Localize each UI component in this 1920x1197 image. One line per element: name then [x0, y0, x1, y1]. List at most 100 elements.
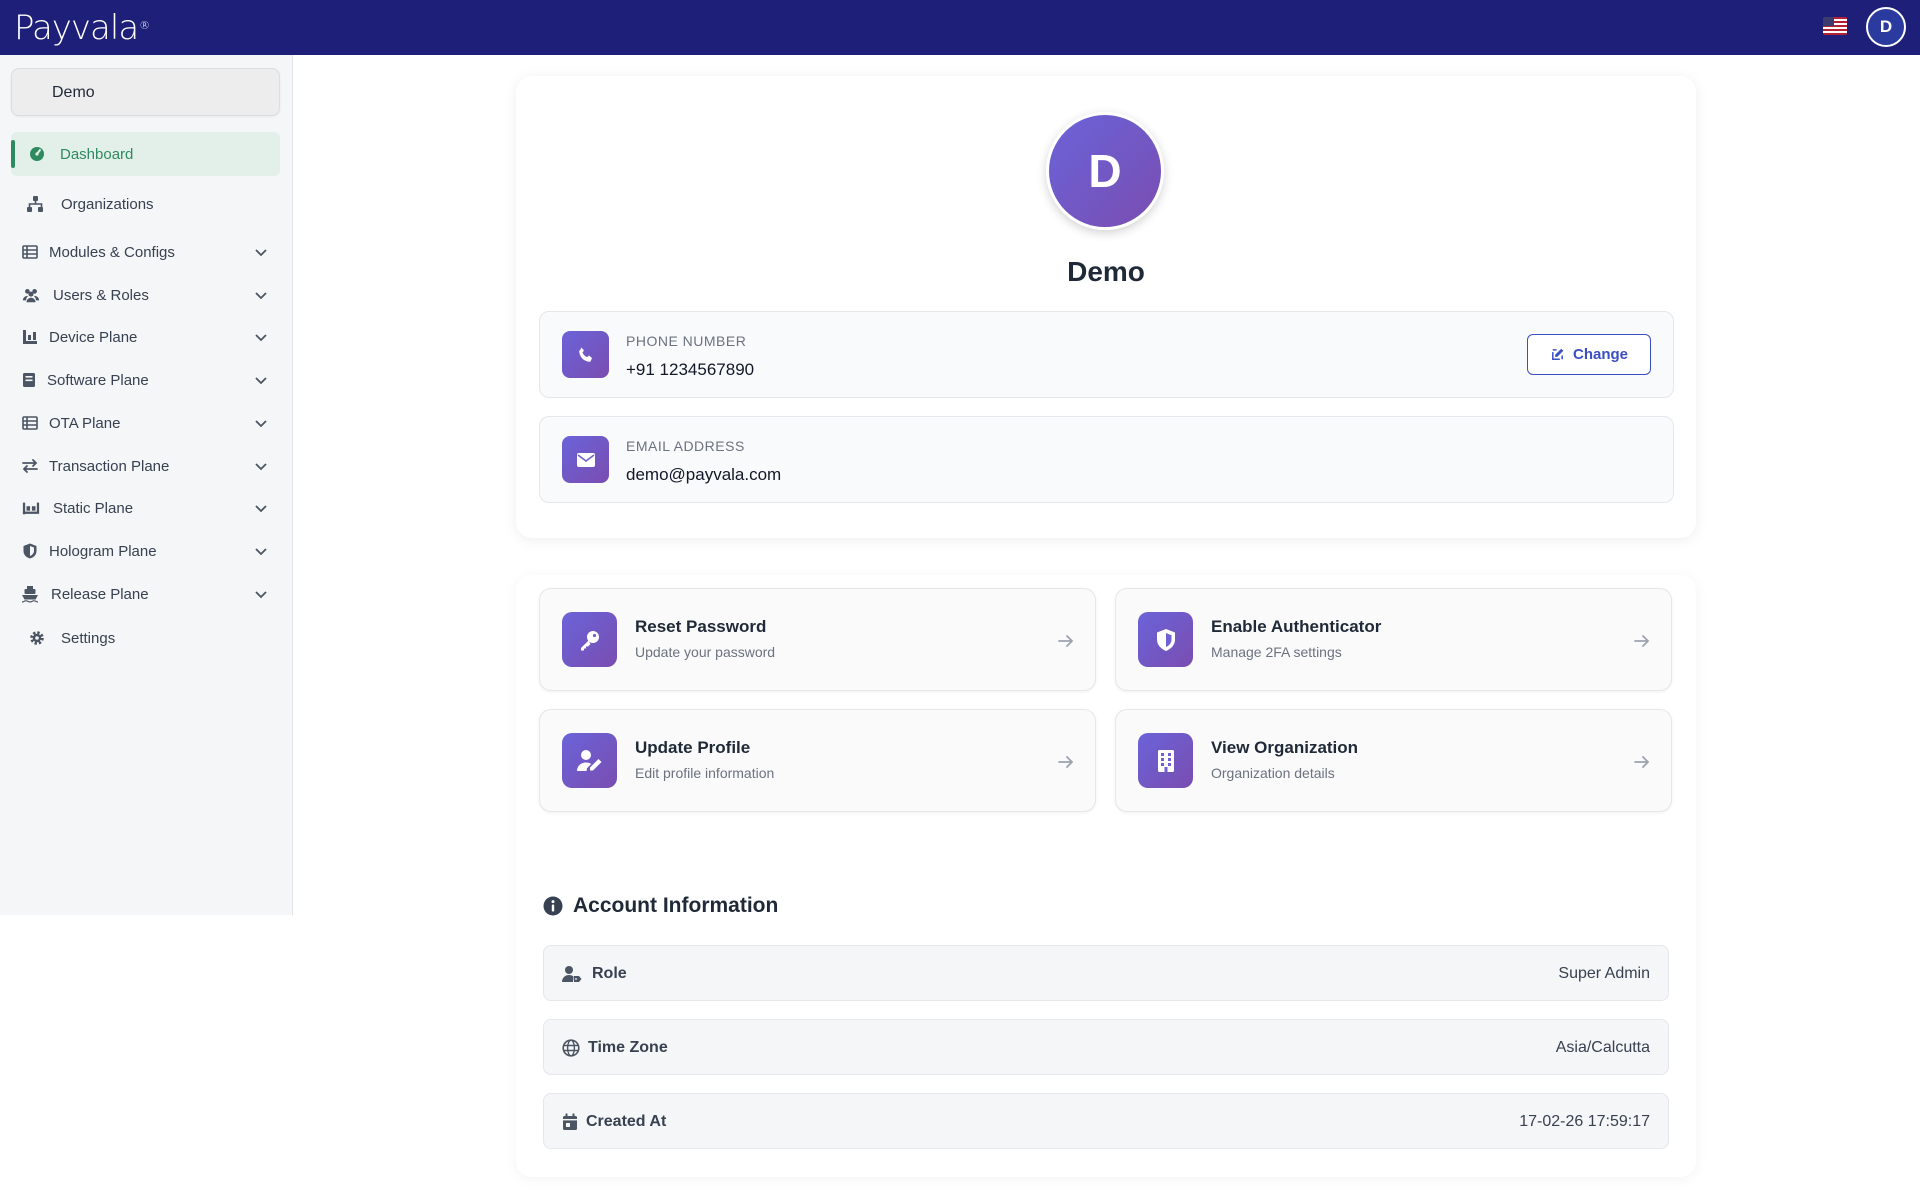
user-tag-icon [562, 966, 582, 982]
globe-icon [562, 1039, 580, 1057]
email-address-value: demo@payvala.com [626, 465, 782, 484]
key-icon [562, 612, 617, 667]
chevron-down-icon [255, 249, 267, 257]
logo-text: Payvala [14, 8, 139, 48]
organization-selector[interactable]: Demo [11, 68, 280, 116]
sidebar-item-label: Transaction Plane [49, 457, 170, 475]
arrow-right-icon [1058, 756, 1074, 768]
info-circle-icon [543, 896, 563, 916]
sidebar-item-modules-configs[interactable]: Modules & Configs [11, 230, 280, 274]
action-subtitle: Manage 2FA settings [1211, 644, 1342, 660]
user-avatar-initial: D [1879, 17, 1893, 36]
exchange-icon [21, 457, 39, 475]
account-row-value: Super Admin [1558, 965, 1650, 982]
account-row-value: Asia/Calcutta [1555, 1039, 1650, 1056]
sidebar-item-settings[interactable]: Settings [11, 616, 280, 660]
users-icon [22, 286, 40, 304]
action-title: View Organization [1211, 738, 1359, 757]
table-icon [21, 243, 39, 261]
user-edit-icon [562, 733, 617, 788]
building-icon [1138, 733, 1193, 788]
profile-avatar-initial: D [1088, 145, 1122, 197]
profile-name: Demo [1067, 256, 1145, 287]
logo-registered-mark: ® [139, 19, 150, 32]
sidebar-item-organizations[interactable]: Organizations [11, 182, 280, 226]
chevron-down-icon [255, 591, 267, 599]
sidebar-item-ota-plane[interactable]: OTA Plane [11, 401, 280, 445]
action-title: Reset Password [635, 617, 767, 636]
chevron-down-icon [255, 420, 267, 428]
reset-password-card[interactable]: Reset Password Update your password [539, 588, 1096, 691]
dashboard-icon [28, 145, 46, 163]
change-button-label: Change [1572, 346, 1628, 363]
arrow-right-icon [1634, 756, 1650, 768]
update-profile-card[interactable]: Update Profile Edit profile information [539, 709, 1096, 812]
sidebar-item-label: OTA Plane [49, 414, 121, 432]
shield-icon [21, 542, 39, 560]
action-subtitle: Edit profile information [635, 765, 775, 781]
envelope-icon [562, 436, 609, 483]
action-title: Enable Authenticator [1211, 617, 1382, 636]
sidebar-item-label: Release Plane [51, 585, 149, 603]
profile-avatar: D [1046, 112, 1164, 230]
ship-icon [21, 585, 39, 603]
action-title: Update Profile [635, 738, 751, 757]
view-organization-card[interactable]: View Organization Organization details [1115, 709, 1672, 812]
account-information-title: Account Information [573, 894, 779, 917]
static-icon [22, 499, 40, 517]
profile-card: D Demo PHONE NUMBER +91 1234567890 Chang… [516, 76, 1696, 538]
sidebar-item-label: Settings [61, 629, 116, 647]
sidebar-item-label: Modules & Configs [49, 243, 175, 261]
sidebar-item-release-plane[interactable]: Release Plane [11, 572, 280, 616]
sidebar-item-label: Static Plane [53, 499, 134, 517]
sidebar-item-static-plane[interactable]: Static Plane [11, 486, 280, 530]
email-address-row: EMAIL ADDRESS demo@payvala.com [539, 416, 1674, 503]
account-row-value: 17-02-26 17:59:17 [1519, 1113, 1650, 1130]
sidebar-item-dashboard[interactable]: Dashboard [11, 132, 280, 176]
user-avatar-button[interactable]: D [1866, 7, 1906, 47]
sidebar-item-device-plane[interactable]: Device Plane [11, 315, 280, 359]
chevron-down-icon [255, 463, 267, 471]
chevron-down-icon [255, 548, 267, 556]
sidebar-item-hologram-plane[interactable]: Hologram Plane [11, 529, 280, 573]
sidebar-item-label: Users & Roles [53, 286, 149, 304]
chevron-down-icon [255, 292, 267, 300]
sidebar-item-label: Device Plane [49, 328, 138, 346]
top-navbar: Payvala® D [0, 0, 1920, 55]
sidebar-item-users-roles[interactable]: Users & Roles [11, 273, 280, 317]
table-icon [21, 414, 39, 432]
software-icon [20, 371, 38, 389]
sidebar-item-software-plane[interactable]: Software Plane [11, 358, 280, 402]
action-subtitle: Organization details [1211, 765, 1335, 781]
chevron-down-icon [255, 505, 267, 513]
shield-icon [1138, 612, 1193, 667]
phone-number-row: PHONE NUMBER +91 1234567890 Change [539, 311, 1674, 398]
email-address-label: EMAIL ADDRESS [626, 438, 745, 454]
account-row-label: Role [592, 965, 627, 982]
arrow-right-icon [1634, 635, 1650, 647]
action-subtitle: Update your password [635, 644, 776, 660]
account-row-role: Role Super Admin [543, 945, 1669, 1001]
organization-selector-label: Demo [52, 84, 95, 101]
sidebar-item-label: Dashboard [60, 145, 134, 163]
sidebar: Demo Dashboard Organizations Modules & C… [0, 55, 293, 915]
sitemap-icon [26, 195, 44, 213]
edit-icon [1552, 348, 1564, 360]
sidebar-item-transaction-plane[interactable]: Transaction Plane [11, 444, 280, 488]
enable-authenticator-card[interactable]: Enable Authenticator Manage 2FA settings [1115, 588, 1672, 691]
sidebar-item-label: Software Plane [47, 371, 149, 389]
account-row-created-at: Created At 17-02-26 17:59:17 [543, 1093, 1669, 1149]
us-flag-icon[interactable] [1823, 17, 1847, 35]
arrow-right-icon [1058, 635, 1074, 647]
account-row-label: Created At [586, 1113, 667, 1130]
phone-number-label: PHONE NUMBER [626, 333, 747, 349]
gear-icon [28, 629, 46, 647]
account-information-heading: Account Information [543, 893, 778, 919]
sidebar-item-label: Organizations [61, 195, 154, 213]
payvala-logo[interactable]: Payvala® [14, 8, 150, 48]
change-phone-button[interactable]: Change [1527, 334, 1651, 375]
chevron-down-icon [255, 377, 267, 385]
phone-number-value: +91 1234567890 [626, 360, 755, 379]
device-icon [21, 328, 39, 346]
sidebar-item-label: Hologram Plane [49, 542, 157, 560]
